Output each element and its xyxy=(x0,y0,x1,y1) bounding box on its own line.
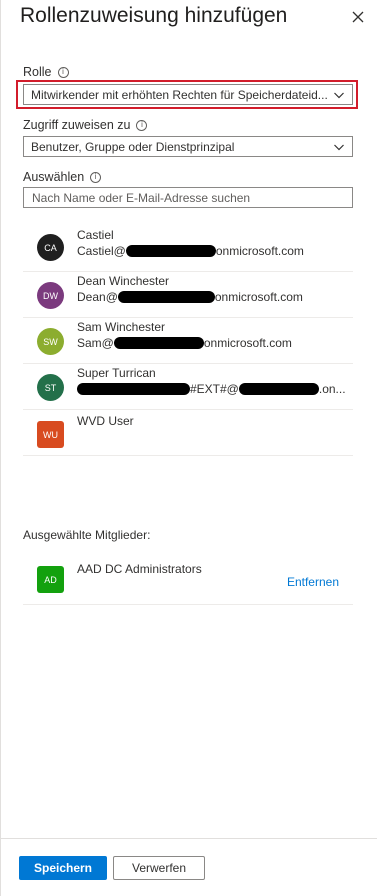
email-suffix: onmicrosoft.com xyxy=(214,290,303,304)
user-name: Dean Winchester xyxy=(77,274,170,288)
info-icon[interactable]: i xyxy=(57,66,69,78)
email-prefix: Dean@ xyxy=(77,290,118,304)
selected-members-label: Ausgewählte Mitglieder: xyxy=(23,528,151,542)
user-row-wvd-user[interactable]: WU WVD User xyxy=(23,410,353,456)
user-name: Super Turrican xyxy=(77,366,156,380)
role-assignment-panel: Rollenzuweisung hinzufügen Rolle i Mitwi… xyxy=(0,0,377,896)
user-email: Sam@ onmicrosoft.com xyxy=(77,336,292,350)
panel-title: Rollenzuweisung hinzufügen xyxy=(20,4,288,27)
email-middle: #EXT#@ xyxy=(190,382,239,396)
user-name: Sam Winchester xyxy=(77,320,166,334)
close-icon[interactable] xyxy=(349,8,367,26)
selected-member-row: AD AAD DC Administrators Entfernen xyxy=(23,553,353,605)
assign-access-label: Zugriff zuweisen zu i xyxy=(23,118,148,132)
info-icon[interactable]: i xyxy=(90,171,102,183)
redaction-bar xyxy=(125,245,216,257)
save-button[interactable]: Speichern xyxy=(19,856,107,880)
avatar: ST xyxy=(37,374,64,401)
email-suffix: onmicrosoft.com xyxy=(215,244,304,258)
user-email: #EXT#@ .on... xyxy=(77,382,346,396)
redaction-bar xyxy=(117,291,215,303)
role-dropdown-value: Mitwirkender mit erhöhten Rechten für Sp… xyxy=(31,87,328,102)
email-suffix: .on... xyxy=(318,382,346,396)
assign-access-label-text: Zugriff zuweisen zu xyxy=(23,118,131,132)
avatar: AD xyxy=(37,566,64,593)
user-row-dean[interactable]: DW Dean Winchester Dean@ onmicrosoft.com xyxy=(23,272,353,318)
user-list: CA Castiel Castiel@ onmicrosoft.com DW D… xyxy=(23,224,353,456)
chevron-down-icon xyxy=(334,92,344,99)
avatar: CA xyxy=(37,234,64,261)
redaction-bar xyxy=(238,383,319,395)
avatar: DW xyxy=(37,282,64,309)
assign-access-dropdown[interactable]: Benutzer, Gruppe oder Dienstprinzipal xyxy=(23,136,353,157)
user-row-castiel[interactable]: CA Castiel Castiel@ onmicrosoft.com xyxy=(23,224,353,272)
discard-button[interactable]: Verwerfen xyxy=(113,856,205,880)
avatar: WU xyxy=(37,421,64,448)
role-label-text: Rolle xyxy=(23,65,52,79)
role-label: Rolle i xyxy=(23,65,69,79)
chevron-down-icon xyxy=(334,144,344,151)
role-dropdown[interactable]: Mitwirkender mit erhöhten Rechten für Sp… xyxy=(23,84,353,105)
search-input[interactable] xyxy=(23,187,353,208)
redaction-bar xyxy=(113,337,204,349)
user-email: Dean@ onmicrosoft.com xyxy=(77,290,303,304)
info-icon[interactable]: i xyxy=(136,119,148,131)
email-prefix: Castiel@ xyxy=(77,244,126,258)
user-email: Castiel@ onmicrosoft.com xyxy=(77,244,304,258)
email-suffix: onmicrosoft.com xyxy=(203,336,292,350)
avatar: SW xyxy=(37,328,64,355)
remove-member-link[interactable]: Entfernen xyxy=(287,575,339,589)
email-prefix: Sam@ xyxy=(77,336,114,350)
selected-member-name: AAD DC Administrators xyxy=(77,562,202,576)
user-row-super-turrican[interactable]: ST Super Turrican #EXT#@ .on... xyxy=(23,364,353,410)
select-label: Auswählen i xyxy=(23,170,102,184)
redaction-bar xyxy=(77,383,190,395)
select-label-text: Auswählen xyxy=(23,170,85,184)
user-name: Castiel xyxy=(77,228,114,242)
panel-left-border xyxy=(0,0,1,896)
user-name: WVD User xyxy=(77,414,134,428)
footer-divider xyxy=(0,838,377,839)
user-row-sam[interactable]: SW Sam Winchester Sam@ onmicrosoft.com xyxy=(23,318,353,364)
assign-access-dropdown-value: Benutzer, Gruppe oder Dienstprinzipal xyxy=(31,139,235,154)
